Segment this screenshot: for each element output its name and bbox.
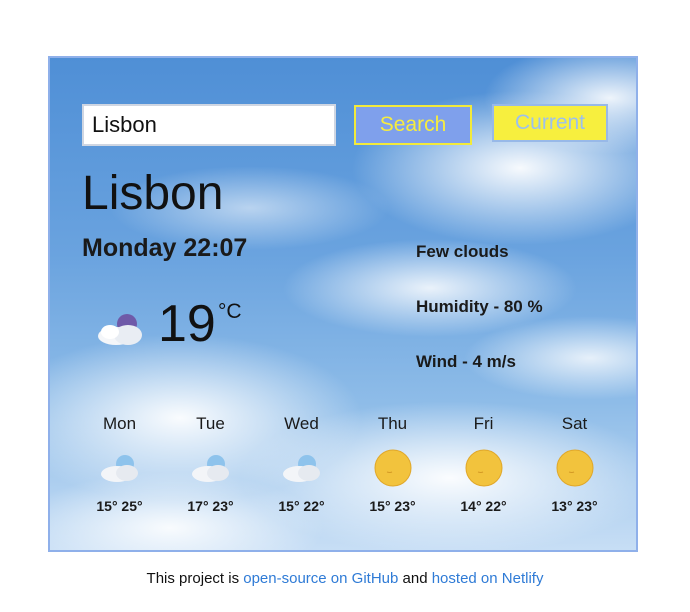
forecast-day: Tue 17° 23° <box>165 414 256 514</box>
forecast-day: Thu 15° 23° <box>347 414 438 514</box>
forecast-temps: 15° 23° <box>369 498 416 514</box>
sun-icon <box>465 449 502 487</box>
forecast-day: Wed 15° 22° <box>256 414 347 514</box>
footer-prefix: This project is <box>146 570 244 587</box>
forecast-day-name: Fri <box>473 414 494 433</box>
city-name: Lisbon <box>82 167 224 220</box>
current-temperature: 19 <box>158 295 216 353</box>
forecast-day-name: Tue <box>196 414 225 433</box>
forecast-day: Fri 14° 22° <box>438 414 529 514</box>
few-clouds-icon <box>282 455 320 482</box>
weather-description: Few clouds <box>416 242 509 261</box>
few-clouds-night-icon <box>98 314 142 345</box>
forecast-day-name: Mon <box>102 414 137 433</box>
forecast-temps: 13° 23° <box>551 498 598 514</box>
wind-value: Wind - 4 m/s <box>416 352 516 371</box>
forecast-temps: 15° 22° <box>278 498 325 514</box>
few-clouds-icon <box>100 455 138 482</box>
forecast-day-name: Wed <box>284 414 319 433</box>
search-button[interactable]: Search <box>354 105 472 145</box>
sun-icon <box>374 449 411 487</box>
forecast-day: Sat 13° 23° <box>529 414 620 514</box>
netlify-link[interactable]: hosted on Netlify <box>432 570 544 587</box>
city-search-input[interactable] <box>82 104 336 146</box>
footer-middle: and <box>398 570 432 587</box>
sun-icon <box>556 449 593 487</box>
forecast-day-name: Sat <box>561 414 588 433</box>
github-link[interactable]: open-source on GitHub <box>243 570 398 587</box>
forecast-temps: 15° 25° <box>96 498 143 514</box>
forecast-temps: 17° 23° <box>187 498 234 514</box>
few-clouds-icon <box>191 455 229 482</box>
humidity-value: Humidity - 80 % <box>416 297 543 316</box>
current-location-button[interactable]: Current <box>492 104 608 142</box>
forecast-row: Mon 15° 25° Tue 17° 23° Wed 15° 22° Thu … <box>74 414 620 514</box>
forecast-temps: 14° 22° <box>460 498 507 514</box>
forecast-day-name: Thu <box>377 414 408 433</box>
current-datetime: Monday 22:07 <box>82 234 248 262</box>
weather-card: Search Current Lisbon Monday 22:07 19 °C… <box>48 56 638 552</box>
forecast-day: Mon 15° 25° <box>74 414 165 514</box>
temperature-unit: °C <box>218 300 242 323</box>
footer: This project is open-source on GitHub an… <box>0 570 690 587</box>
